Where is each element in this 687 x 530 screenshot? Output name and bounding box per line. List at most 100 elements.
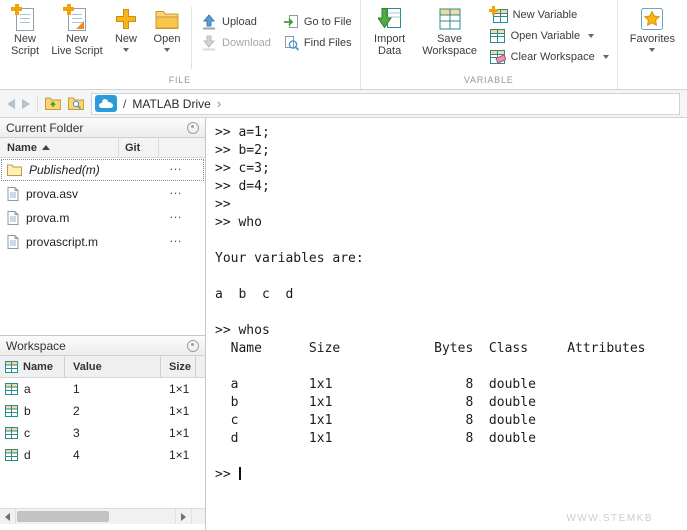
browse-folder-icon[interactable] [68, 97, 84, 110]
new-label: New [115, 33, 137, 45]
variable-size: 1×1 [160, 404, 205, 418]
command-line: >> d=4; [215, 178, 687, 196]
sidebar-horizontal-scrollbar[interactable] [0, 508, 205, 524]
workspace-row-a[interactable]: a 1 1×1 [0, 378, 205, 400]
workspace-title: Workspace [6, 339, 187, 353]
command-line: >> who [215, 214, 687, 232]
save-workspace-button[interactable]: SaveWorkspace [417, 2, 483, 74]
panel-actions-icon[interactable] [187, 122, 199, 134]
variable-grid-icon [5, 361, 18, 373]
command-line [215, 358, 687, 376]
command-line: >> c=3; [215, 160, 687, 178]
column-header-spacer [158, 138, 205, 157]
new-script-button[interactable]: NewScript [2, 2, 48, 74]
dropdown-caret-icon [123, 48, 129, 52]
download-button[interactable]: Download [199, 32, 273, 53]
command-prompt[interactable]: >> [215, 466, 687, 484]
panel-actions-icon[interactable] [187, 340, 199, 352]
clear-workspace-icon [489, 49, 506, 65]
folder-up-icon[interactable] [45, 97, 61, 110]
address-bar: / MATLAB Drive › [0, 90, 687, 118]
toolbar-ribbon: NewScript NewLive Script New [0, 0, 687, 90]
command-output: Your variables are: [215, 250, 687, 268]
upload-button[interactable]: Upload [199, 11, 273, 32]
file-item-prova-m[interactable]: prova.m [0, 206, 205, 230]
toolbar-divider [37, 96, 38, 112]
ribbon-section-label-variable: VARIABLE [361, 74, 617, 89]
command-output: d 1x1 8 double [215, 430, 687, 448]
more-actions-button[interactable] [165, 165, 187, 175]
command-line: >> a=1; [215, 124, 687, 142]
matlab-online-window: NewScript NewLive Script New [0, 0, 687, 530]
workspace-row-d[interactable]: d 4 1×1 [0, 444, 205, 466]
command-output: a 1x1 8 double [215, 376, 687, 394]
new-live-script-button[interactable]: NewLive Script [48, 2, 106, 74]
file-item-provascript-m[interactable]: provascript.m [0, 230, 205, 254]
new-button[interactable]: New [106, 2, 146, 74]
clear-workspace-button[interactable]: Clear Workspace [487, 46, 611, 67]
variable-value: 2 [64, 404, 160, 418]
scrollbar-track[interactable] [16, 509, 175, 524]
go-to-file-button[interactable]: Go to File [281, 11, 354, 32]
save-workspace-icon [439, 5, 461, 33]
breadcrumb-root[interactable]: / [123, 97, 126, 111]
command-line: >> [215, 196, 687, 214]
toolbar-divider [191, 7, 192, 69]
go-to-file-icon [283, 14, 299, 30]
column-header-git[interactable]: Git [118, 138, 158, 157]
workspace-column-headers: Name Value Size [0, 356, 205, 378]
breadcrumb-location[interactable]: MATLAB Drive [132, 97, 210, 111]
more-actions-button[interactable] [165, 213, 187, 223]
open-folder-icon [155, 5, 179, 33]
file-item-prova-asv[interactable]: prova.asv [0, 182, 205, 206]
file-icon [7, 211, 19, 225]
open-variable-button[interactable]: Open Variable [487, 25, 611, 46]
scroll-left-button[interactable] [0, 509, 16, 524]
variable-value: 1 [64, 382, 160, 396]
back-button[interactable] [7, 99, 15, 109]
current-folder-header: Current Folder [0, 118, 205, 138]
column-header-spacer [195, 356, 205, 377]
folder-item-published[interactable]: Published(m) [0, 158, 205, 182]
command-window[interactable]: >> a=1; >> b=2; >> c=3; >> d=4; >> >> wh… [207, 118, 687, 530]
dropdown-caret-icon [649, 48, 655, 52]
find-files-icon [283, 35, 299, 51]
import-data-icon [378, 5, 402, 33]
ribbon-section-label-resources [618, 74, 687, 89]
command-line [215, 304, 687, 322]
scrollbar-corner [191, 509, 205, 524]
scroll-right-button[interactable] [175, 509, 191, 524]
favorites-button[interactable]: Favorites [626, 2, 678, 74]
sort-ascending-icon [42, 145, 50, 150]
breadcrumb[interactable]: / MATLAB Drive › [91, 93, 680, 115]
find-files-button[interactable]: Find Files [281, 32, 354, 53]
current-folder-column-headers: Name Git [0, 138, 205, 158]
dropdown-caret-icon [588, 34, 594, 38]
column-header-size[interactable]: Size [160, 356, 195, 377]
open-variable-icon [489, 28, 506, 44]
scrollbar-thumb[interactable] [17, 511, 109, 522]
save-workspace-label: SaveWorkspace [422, 33, 477, 57]
workspace-row-b[interactable]: b 2 1×1 [0, 400, 205, 422]
more-actions-button[interactable] [165, 237, 187, 247]
open-button[interactable]: Open [146, 2, 188, 74]
workspace-header: Workspace [0, 336, 205, 356]
command-output: b 1x1 8 double [215, 394, 687, 412]
column-header-name[interactable]: Name [0, 356, 64, 377]
variable-size: 1×1 [160, 426, 205, 440]
forward-button[interactable] [22, 99, 30, 109]
new-variable-button[interactable]: New Variable [487, 4, 611, 25]
more-actions-button[interactable] [165, 189, 187, 199]
column-header-value[interactable]: Value [64, 356, 160, 377]
open-label: Open [154, 33, 181, 45]
column-header-name[interactable]: Name [0, 138, 118, 157]
favorites-star-icon [640, 5, 664, 33]
breadcrumb-chevron-icon[interactable]: › [217, 96, 221, 111]
file-icon [7, 187, 19, 201]
import-data-button[interactable]: ImportData [363, 2, 417, 74]
new-live-script-icon [68, 5, 86, 33]
ribbon-section-label-file: FILE [0, 74, 360, 89]
folder-icon [7, 164, 22, 176]
workspace-row-c[interactable]: c 3 1×1 [0, 422, 205, 444]
variable-grid-icon [5, 383, 18, 395]
